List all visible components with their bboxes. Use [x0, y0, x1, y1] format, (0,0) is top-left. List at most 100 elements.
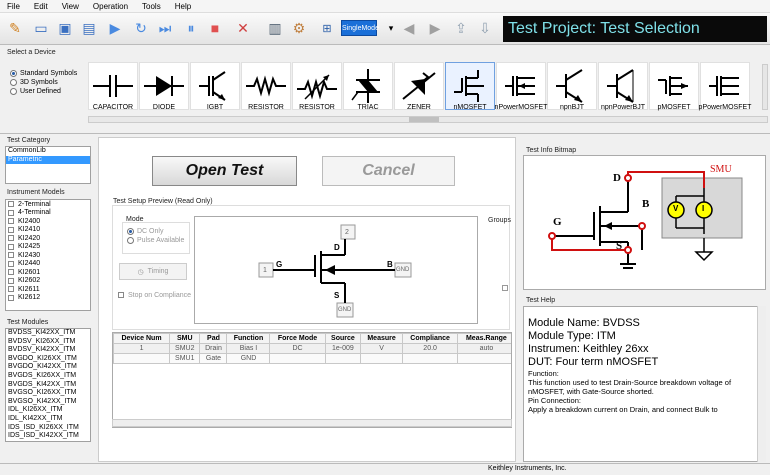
chart-icon[interactable]: ▥ — [264, 17, 286, 39]
table-cell[interactable] — [401, 353, 459, 364]
table-cell[interactable]: V — [360, 343, 403, 354]
test-module-item[interactable]: IDL_KI26XX_ITM — [6, 406, 90, 415]
test-module-item[interactable]: BVGDO_KI42XX_ITM — [6, 363, 90, 372]
checkbox-box[interactable] — [8, 243, 14, 250]
checkbox-box[interactable] — [8, 269, 14, 276]
delete-icon[interactable]: ✕ — [232, 17, 254, 39]
device-npowermosfet[interactable] — [496, 62, 546, 110]
menu-view[interactable]: View — [55, 2, 86, 11]
print-icon[interactable]: ▤ — [78, 17, 100, 39]
device-scrollbar-h[interactable] — [88, 116, 768, 123]
table-cell[interactable]: SMU2 — [169, 343, 201, 354]
table-cell[interactable]: 1e-009 — [324, 343, 362, 354]
table-cell[interactable]: GND — [226, 353, 271, 364]
instrument-checkbox[interactable]: 4-Terminal — [6, 209, 90, 218]
device-resistor[interactable] — [241, 62, 291, 110]
test-module-item[interactable]: BVDSV_KI42XX_ITM — [6, 346, 90, 355]
export-icon[interactable]: ⇪ — [450, 17, 472, 39]
menu-operation[interactable]: Operation — [86, 2, 135, 11]
column-header[interactable]: Source — [324, 333, 362, 344]
instrument-checkbox[interactable]: KI2440 — [6, 260, 90, 269]
save-icon[interactable]: ▣ — [54, 17, 76, 39]
device-capacitor[interactable] — [88, 62, 138, 110]
menu-edit[interactable]: Edit — [27, 2, 55, 11]
column-header[interactable]: Pad — [199, 333, 228, 344]
back-icon[interactable]: ◀ — [398, 17, 420, 39]
mode-icon[interactable]: ⊞ — [316, 17, 338, 39]
device-zener[interactable] — [394, 62, 444, 110]
test-module-item[interactable]: BVGSO_KI42XX_ITM — [6, 398, 90, 407]
test-module-item[interactable]: IDS_ISD_KI42XX_ITM — [6, 432, 90, 441]
column-header[interactable]: SMU — [169, 333, 201, 344]
dc-only-radio[interactable]: DC Only — [127, 228, 189, 235]
table-cell[interactable] — [269, 353, 326, 364]
instrument-checkbox[interactable]: KI2430 — [6, 251, 90, 260]
test-module-item[interactable]: BVGDO_KI26XX_ITM — [6, 355, 90, 364]
device-diode[interactable] — [139, 62, 189, 110]
device-npnpowerbjt[interactable] — [598, 62, 648, 110]
instrument-checkbox[interactable]: 2-Terminal — [6, 200, 90, 209]
groups-checkbox[interactable] — [502, 285, 508, 291]
checkbox-box[interactable] — [8, 277, 14, 284]
device-triac[interactable] — [343, 62, 393, 110]
import-icon[interactable]: ⇩ — [474, 17, 496, 39]
help-scrollbar[interactable] — [757, 306, 766, 462]
table-cell[interactable] — [324, 353, 362, 364]
new-project-icon[interactable]: ✎ — [4, 17, 26, 39]
stop-on-compliance-checkbox[interactable]: Stop on Compliance — [116, 291, 191, 300]
table-cell[interactable]: DC — [269, 343, 326, 354]
instrument-checkbox[interactable]: KI2400 — [6, 217, 90, 226]
checkbox-box[interactable] — [8, 201, 14, 208]
instrument-checkbox[interactable]: KI2420 — [6, 234, 90, 243]
table-cell[interactable]: auto — [457, 343, 511, 354]
menu-file[interactable]: File — [0, 2, 27, 11]
run-icon[interactable]: ▶ — [104, 17, 126, 39]
settings-icon[interactable]: ⚙ — [288, 17, 310, 39]
table-row[interactable]: SMU1 Gate GND — [113, 353, 511, 364]
single-mode-button[interactable]: SingleMode — [341, 20, 379, 36]
table-cell[interactable]: 20.0 — [401, 343, 459, 354]
instrument-checkbox[interactable]: KI2425 — [6, 243, 90, 252]
forward-icon[interactable]: ▶ — [424, 17, 446, 39]
checkbox-box[interactable] — [8, 235, 14, 242]
column-header[interactable]: Force Mode — [269, 333, 326, 344]
device-npnbjt[interactable] — [547, 62, 597, 110]
column-header[interactable]: Measure — [360, 333, 403, 344]
checkbox-box[interactable] — [8, 260, 14, 267]
table-cell[interactable]: SMU1 — [169, 353, 201, 364]
table-cell[interactable]: Gate — [199, 353, 228, 364]
step-icon[interactable]: ⏭ — [154, 17, 176, 39]
test-module-item[interactable]: IDS_ISD_KI26XX_ITM — [6, 424, 90, 433]
checkbox-box[interactable] — [8, 209, 14, 216]
table-cell[interactable] — [113, 353, 171, 364]
stop-icon[interactable]: ■ — [204, 17, 226, 39]
pause-icon[interactable]: ⏸ — [180, 17, 202, 39]
column-header[interactable]: Compliance — [401, 333, 459, 344]
column-header[interactable]: Function — [226, 333, 271, 344]
column-header[interactable]: Meas.Range — [457, 333, 511, 344]
test-module-item[interactable]: BVGSO_KI26XX_ITM — [6, 389, 90, 398]
table-cell[interactable]: 1 — [113, 343, 171, 354]
test-module-item[interactable]: BVDSV_KI26XX_ITM — [6, 338, 90, 347]
menu-tools[interactable]: Tools — [135, 2, 168, 11]
table-row[interactable]: 1SMU2DrainBias IDC1e-009V20.0auto... — [113, 343, 511, 354]
table-scrollbar-h[interactable] — [112, 419, 512, 427]
table-cell[interactable]: Drain — [199, 343, 228, 354]
instrument-checkbox[interactable]: KI2601 — [6, 268, 90, 277]
test-module-item[interactable]: IdVd_BiasVg_KI26XX_ITM — [6, 441, 90, 442]
checkbox-box[interactable] — [8, 218, 14, 225]
checkbox-box[interactable] — [8, 226, 14, 233]
table-cell[interactable]: Bias I — [226, 343, 271, 354]
checkbox-box[interactable] — [8, 294, 14, 301]
instrument-checkbox[interactable]: KI2611 — [6, 285, 90, 294]
category-commonlib[interactable]: CommonLib — [6, 147, 90, 156]
3d-symbols-radio[interactable]: 3D Symbols — [10, 79, 77, 86]
instrument-checkbox[interactable]: KI2602 — [6, 277, 90, 286]
column-header[interactable]: Device Num — [113, 333, 171, 344]
device-pmosfet[interactable] — [649, 62, 699, 110]
category-parametric[interactable]: Parametric — [6, 155, 90, 165]
open-test-button[interactable]: Open Test — [152, 156, 297, 186]
device-scrollbar-v[interactable] — [762, 64, 768, 110]
run-loop-icon[interactable]: ↻ — [130, 17, 152, 39]
device-nmosfet[interactable] — [445, 62, 495, 110]
